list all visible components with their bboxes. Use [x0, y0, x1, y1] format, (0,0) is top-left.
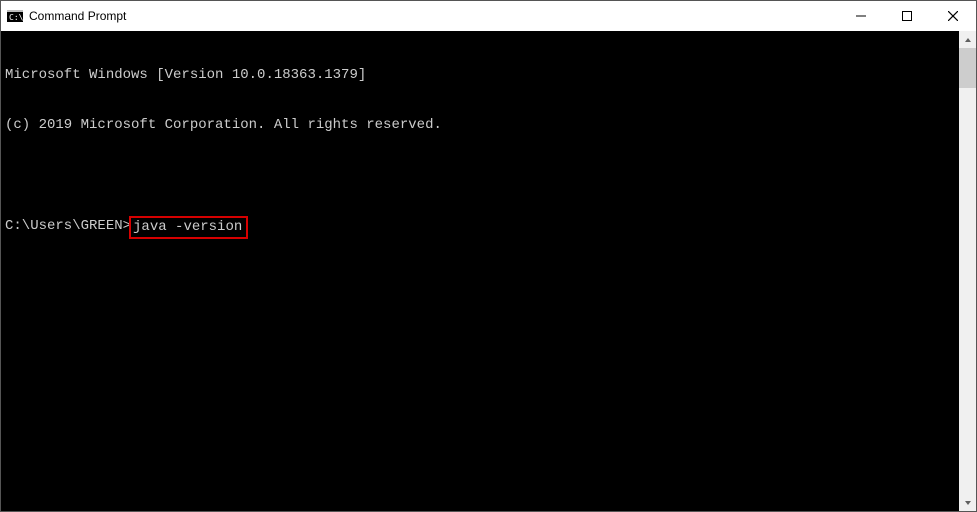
vertical-scrollbar[interactable]: [959, 31, 976, 511]
window: C:\ Command Prompt Microsoft Windows [Ve…: [0, 0, 977, 512]
scroll-up-button[interactable]: [959, 31, 976, 48]
output-blank: [5, 167, 959, 184]
minimize-button[interactable]: [838, 1, 884, 31]
titlebar[interactable]: C:\ Command Prompt: [1, 1, 976, 31]
cmd-icon: C:\: [7, 8, 23, 24]
maximize-button[interactable]: [884, 1, 930, 31]
close-button[interactable]: [930, 1, 976, 31]
command-text: java -version: [133, 219, 242, 235]
output-line: Microsoft Windows [Version 10.0.18363.13…: [5, 67, 959, 84]
prompt-line: C:\Users\GREEN>java -version: [5, 218, 959, 239]
svg-text:C:\: C:\: [9, 13, 23, 22]
scroll-down-button[interactable]: [959, 494, 976, 511]
output-line: (c) 2019 Microsoft Corporation. All righ…: [5, 117, 959, 134]
window-body: Microsoft Windows [Version 10.0.18363.13…: [1, 31, 976, 511]
scroll-thumb[interactable]: [959, 48, 976, 88]
highlighted-command: java -version: [129, 216, 248, 239]
prompt-path: C:\Users\GREEN>: [5, 218, 131, 239]
window-controls: [838, 1, 976, 31]
scroll-track[interactable]: [959, 48, 976, 494]
terminal-output[interactable]: Microsoft Windows [Version 10.0.18363.13…: [1, 31, 959, 511]
window-title: Command Prompt: [29, 9, 838, 23]
